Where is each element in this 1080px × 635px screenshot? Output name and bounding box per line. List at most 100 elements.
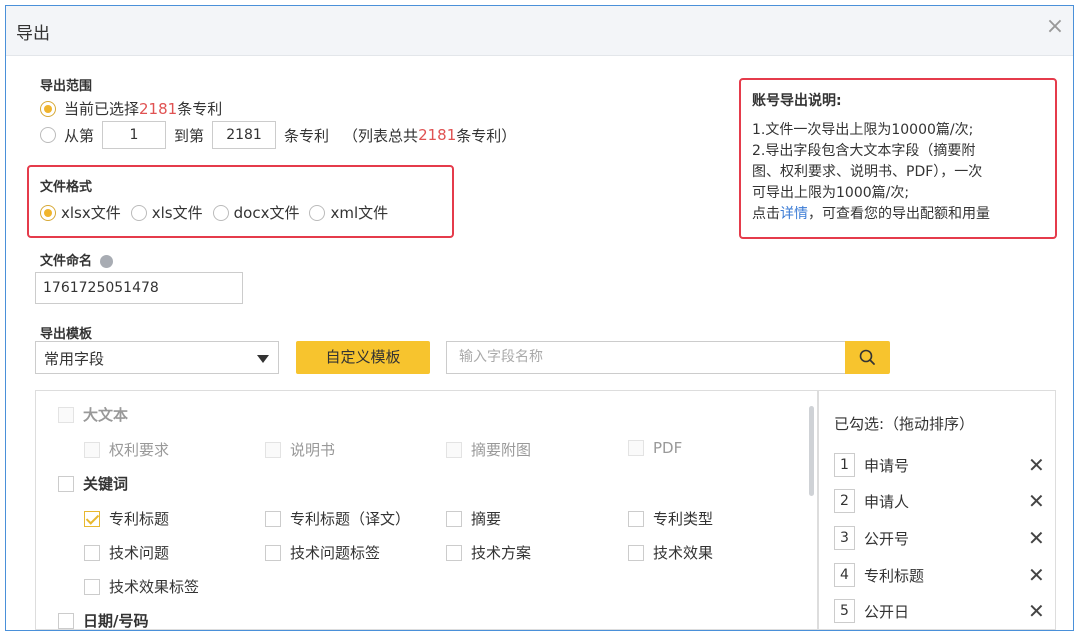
field-abstract-label: 摘要 [471,510,502,528]
checkbox-abstract[interactable] [446,510,462,527]
checkbox-tech-effect-tag[interactable] [84,578,100,595]
field-patent-title[interactable]: 专利标题 [84,508,169,529]
info-title: 账号导出说明: [752,93,842,109]
field-search-input[interactable]: 输入字段名称 [446,341,846,374]
range-current-suffix: 条专利 [177,100,223,118]
selected-title: 已勾选:（拖动排序） [834,415,975,433]
checkbox-claims[interactable] [84,441,100,458]
range-total-suffix: 条专利） [456,126,517,145]
field-claims[interactable]: 权利要求 [84,439,169,460]
radio-xml[interactable] [309,204,326,221]
selected-item-label: 公开日 [864,602,910,621]
info-line-5-prefix: 点击 [752,206,780,222]
radio-custom-range[interactable] [40,127,56,143]
checkbox-patent-title[interactable] [84,510,100,527]
help-icon[interactable] [100,255,114,268]
radio-docx[interactable] [212,204,229,221]
checkbox-pdf[interactable] [628,440,644,456]
search-button[interactable] [845,341,890,374]
selected-item-number: 5 [834,599,855,623]
field-tech-problem[interactable]: 技术问题 [84,542,169,563]
selected-item-number: 3 [834,526,855,550]
field-pdf[interactable]: PDF [628,439,682,457]
field-patent-title-translated[interactable]: 专利标题（译文） [265,508,410,529]
group-keywords-label: 关键词 [83,475,129,493]
field-tech-solution[interactable]: 技术方案 [446,542,531,563]
checkbox-tech-solution[interactable] [446,544,462,561]
remove-icon[interactable]: ✕ [1028,453,1045,477]
group-keywords[interactable]: 关键词 [58,473,128,494]
remove-icon[interactable]: ✕ [1028,489,1045,513]
export-info-panel: 账号导出说明: 1.文件一次导出上限为10000篇/次; 2.导出字段包含大文本… [752,90,1052,225]
info-line-3: 图、权利要求、说明书、PDF），一次 [752,164,983,180]
remove-icon[interactable]: ✕ [1028,599,1045,623]
details-link[interactable]: 详情 [780,206,808,222]
checkbox-patent-type[interactable] [628,510,644,527]
checkbox-description[interactable] [265,441,281,458]
filename-label-row: 文件命名 [40,250,114,269]
group-date-number-label: 日期/号码 [83,612,149,630]
field-patent-type[interactable]: 专利类型 [628,508,713,529]
caret-down-icon [257,355,269,363]
range-from-prefix: 从第 [64,126,95,145]
template-select[interactable]: 常用字段 [35,341,279,374]
selected-item-label: 申请人 [864,492,910,511]
selected-item[interactable]: 1 申请号 ✕ [834,452,1045,478]
group-date-number[interactable]: 日期/号码 [58,610,148,631]
group-big-text[interactable]: 大文本 [58,404,128,425]
checkbox-date-number[interactable] [58,612,74,629]
selected-item-label: 公开号 [864,529,910,548]
selected-item[interactable]: 5 公开日 ✕ [834,598,1045,624]
template-select-value: 常用字段 [44,350,105,368]
close-icon[interactable]: × [1045,16,1065,38]
format-xml-label: xml文件 [330,204,389,222]
selected-item-label: 专利标题 [864,566,925,585]
checkbox-tech-effect[interactable] [628,544,644,561]
group-big-text-label: 大文本 [83,406,129,424]
checkbox-tech-problem[interactable] [84,544,100,561]
format-option-xml[interactable]: xml文件 [309,202,388,223]
range-to-input[interactable]: 2181 [212,121,277,149]
selected-item[interactable]: 2 申请人 ✕ [834,488,1045,514]
checkbox-keywords[interactable] [58,475,74,492]
checkbox-big-text[interactable] [58,406,74,423]
field-tech-effect-tag[interactable]: 技术效果标签 [84,576,199,597]
format-option-docx[interactable]: docx文件 [212,202,299,223]
field-list-scrollbar[interactable] [809,406,814,496]
field-patent-type-label: 专利类型 [653,510,714,528]
field-description[interactable]: 说明书 [265,439,335,460]
range-to-prefix: 到第 [174,126,205,145]
field-abstract[interactable]: 摘要 [446,508,501,529]
remove-icon[interactable]: ✕ [1028,563,1045,587]
selected-item[interactable]: 4 专利标题 ✕ [834,562,1045,588]
field-patent-title-label: 专利标题 [109,510,170,528]
format-label: 文件格式 [40,180,93,195]
checkbox-patent-title-translated[interactable] [265,510,281,527]
field-tech-problem-tag[interactable]: 技术问题标签 [265,542,380,563]
field-abstract-image[interactable]: 摘要附图 [446,439,531,460]
remove-icon[interactable]: ✕ [1028,526,1045,550]
field-tech-solution-label: 技术方案 [471,544,532,562]
range-label: 导出范围 [40,79,93,94]
range-to-suffix: 条专利 [284,126,330,145]
radio-xls[interactable] [130,204,147,221]
field-patent-title-translated-label: 专利标题（译文） [290,510,411,528]
range-custom-option[interactable]: 从第 1 到第 2181 条专利 （列表总共 2181 条专利） [40,121,516,149]
range-current-option[interactable]: 当前已选择 2181 条专利 [40,98,222,119]
range-from-input[interactable]: 1 [102,121,167,149]
format-xls-label: xls文件 [151,204,203,222]
selected-item[interactable]: 3 公开号 ✕ [834,525,1045,551]
checkbox-abstract-image[interactable] [446,441,462,458]
field-tech-effect-tag-label: 技术效果标签 [109,578,200,596]
radio-xlsx[interactable] [40,204,56,221]
filename-input[interactable]: 1761725051478 [35,272,243,304]
format-option-xlsx[interactable]: xlsx文件 [40,202,121,223]
format-option-xls[interactable]: xls文件 [130,202,203,223]
template-label: 导出模板 [40,327,93,342]
radio-current-selection[interactable] [40,100,56,117]
selected-item-label: 申请号 [864,456,910,475]
custom-template-button[interactable]: 自定义模板 [296,341,430,374]
field-description-label: 说明书 [290,441,336,459]
field-tech-effect[interactable]: 技术效果 [628,542,713,563]
checkbox-tech-problem-tag[interactable] [265,544,281,561]
